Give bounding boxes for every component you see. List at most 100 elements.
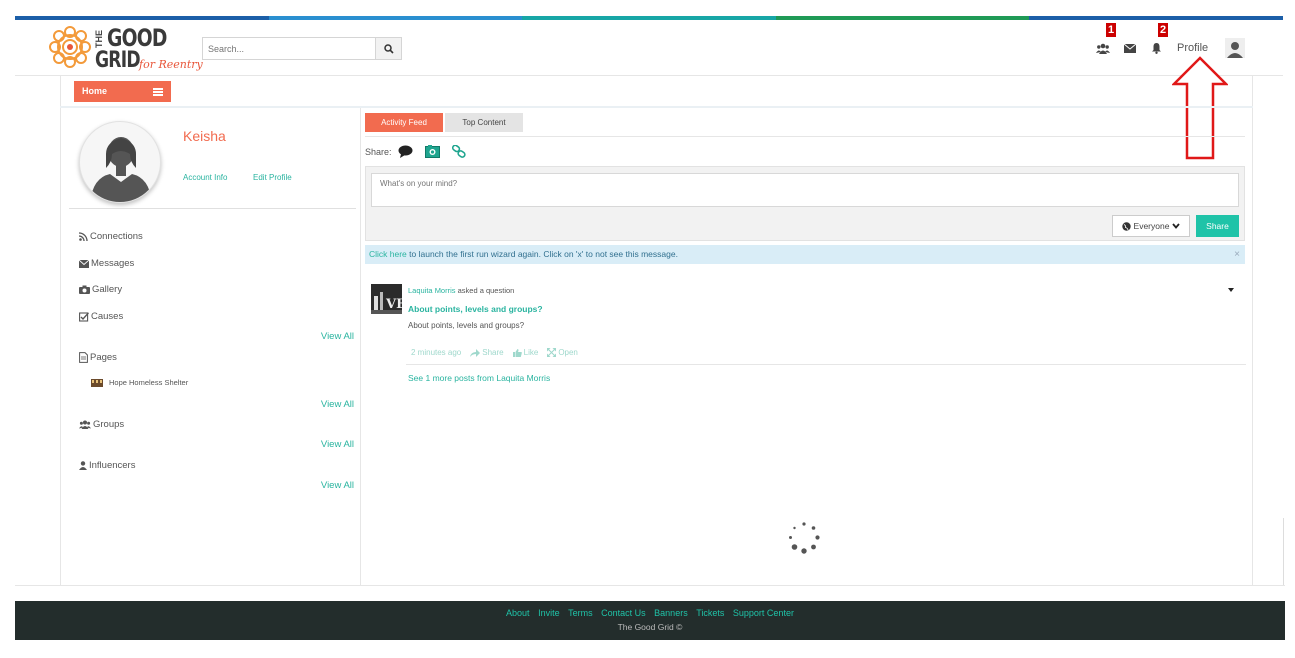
page-item-hope-homeless-shelter[interactable]: Hope Homeless Shelter [91,378,188,387]
nav-bar: Home [60,76,1253,106]
sidebar-item-influencers[interactable]: Influencers [79,460,135,471]
notifications-badge: 2 [1158,23,1168,37]
footer-link-tickets[interactable]: Tickets [696,608,724,618]
users-icon[interactable] [1095,41,1111,55]
share-label: Share: [365,146,392,157]
thumbs-up-icon [512,348,522,357]
post-like-label: Like [523,348,539,357]
sidebar-item-groups[interactable]: Groups [79,419,124,430]
audience-dropdown[interactable]: Everyone [1112,215,1190,237]
user-avatar-icon[interactable] [1225,38,1245,58]
envelope-icon[interactable] [1122,41,1138,55]
post-author-line: Laquita Morris asked a question [408,286,514,295]
content-bottom-border [15,585,1285,586]
post-open-action[interactable]: Open [547,348,578,357]
causes-view-all-link[interactable]: View All [321,331,354,342]
post-options-caret-icon[interactable] [1228,288,1234,292]
tab-divider [365,136,1245,137]
footer-links: About Invite Terms Contact Us Banners Ti… [15,608,1285,618]
bell-icon[interactable] [1148,41,1164,55]
user-name[interactable]: Keisha [183,128,226,144]
main-frame: Keisha Account Info Edit Profile Connect… [60,108,1253,586]
footer-copyright: The Good Grid © [617,622,683,632]
sidebar-item-gallery[interactable]: Gallery [79,284,122,295]
footer-link-about[interactable]: About [506,608,530,618]
sidebar-item-connections[interactable]: Connections [79,231,143,242]
sidebar-item-messages[interactable]: Messages [79,258,134,269]
user-icon [79,461,87,470]
sidebar-item-label: Influencers [89,460,136,471]
shelter-thumbnail-icon [91,378,103,387]
link-icon[interactable] [451,145,466,158]
sidebar-divider [69,208,356,209]
person-silhouette-icon [90,137,152,202]
sidebar-item-label: Gallery [92,284,123,295]
footer-link-support-center[interactable]: Support Center [733,608,794,618]
post-title-link[interactable]: About points, levels and groups? [408,304,543,314]
post-divider [406,364,1246,365]
globe-icon [1121,221,1131,231]
post-actions: 2 minutes ago Share Like Open [411,348,578,357]
loading-spinner-icon [789,522,820,554]
groups-view-all-link[interactable]: View All [321,439,354,450]
left-sidebar: Keisha Account Info Edit Profile Connect… [61,108,361,586]
profile-avatar[interactable] [79,121,161,203]
share-button[interactable]: Share [1196,215,1239,237]
comment-icon[interactable] [398,145,413,158]
search-icon [383,43,394,54]
home-label: Home [82,86,108,96]
home-menu-button[interactable]: Home [74,81,171,102]
post-open-label: Open [558,348,578,357]
post-time[interactable]: 2 minutes ago [411,348,461,357]
post-share-action[interactable]: Share [470,348,504,357]
profile-link[interactable]: Profile [1177,42,1208,54]
photo-icon[interactable] [424,145,440,158]
sidebar-item-causes[interactable]: Causes [79,311,123,322]
footer-link-terms[interactable]: Terms [568,608,593,618]
post-share-label: Share [482,348,504,357]
camera-icon [79,285,90,294]
rss-icon [79,232,88,241]
users-icon [79,420,91,429]
edit-profile-link[interactable]: Edit Profile [253,173,292,182]
page-edge-line [1283,518,1284,586]
svg-text:VE: VE [385,297,402,312]
logo-the-text: THE [94,30,104,48]
search-box [202,37,402,60]
footer-link-invite[interactable]: Invite [538,608,560,618]
post-composer: Everyone Share [365,166,1245,241]
notice-text: to launch the first run wizard again. Cl… [406,249,678,259]
check-square-icon [79,311,89,322]
first-run-wizard-link[interactable]: Click here [369,249,407,259]
author-avatar[interactable]: VE [371,284,402,314]
sidebar-item-label: Connections [90,231,143,242]
friend-requests-badge: 1 [1106,23,1116,37]
search-input[interactable] [203,38,375,59]
footer-link-contact-us[interactable]: Contact Us [601,608,646,618]
status-textarea[interactable] [371,173,1239,207]
good-grid-logo[interactable]: THE GOOD GRID for Reentry [47,22,207,74]
close-icon[interactable]: × [1234,245,1240,264]
account-info-link[interactable]: Account Info [183,173,227,182]
see-more-posts-link[interactable]: See 1 more posts from Laquita Morris [408,373,550,383]
post-author-link[interactable]: Laquita Morris [408,286,456,295]
influencers-view-all-link[interactable]: View All [321,480,354,491]
post-like-action[interactable]: Like [512,348,539,357]
post-body: About points, levels and groups? [408,321,525,330]
tab-activity-feed[interactable]: Activity Feed [365,113,443,132]
bars-icon [153,88,163,97]
post-action-text: asked a question [455,286,515,295]
sidebar-item-label: Groups [93,419,125,430]
envelope-icon [79,259,89,268]
sidebar-item-pages[interactable]: Pages [79,352,117,363]
logo-tagline: for Reentry [139,58,203,71]
share-arrow-icon [470,348,481,357]
chevron-down-icon [1172,223,1181,229]
footer-link-banners[interactable]: Banners [654,608,688,618]
tab-top-content[interactable]: Top Content [445,113,523,132]
search-button[interactable] [375,38,401,59]
site-footer: About Invite Terms Contact Us Banners Ti… [15,601,1285,640]
expand-icon [547,348,557,357]
pages-view-all-link[interactable]: View All [321,399,354,410]
logo-grid-text: GRID [95,48,141,73]
